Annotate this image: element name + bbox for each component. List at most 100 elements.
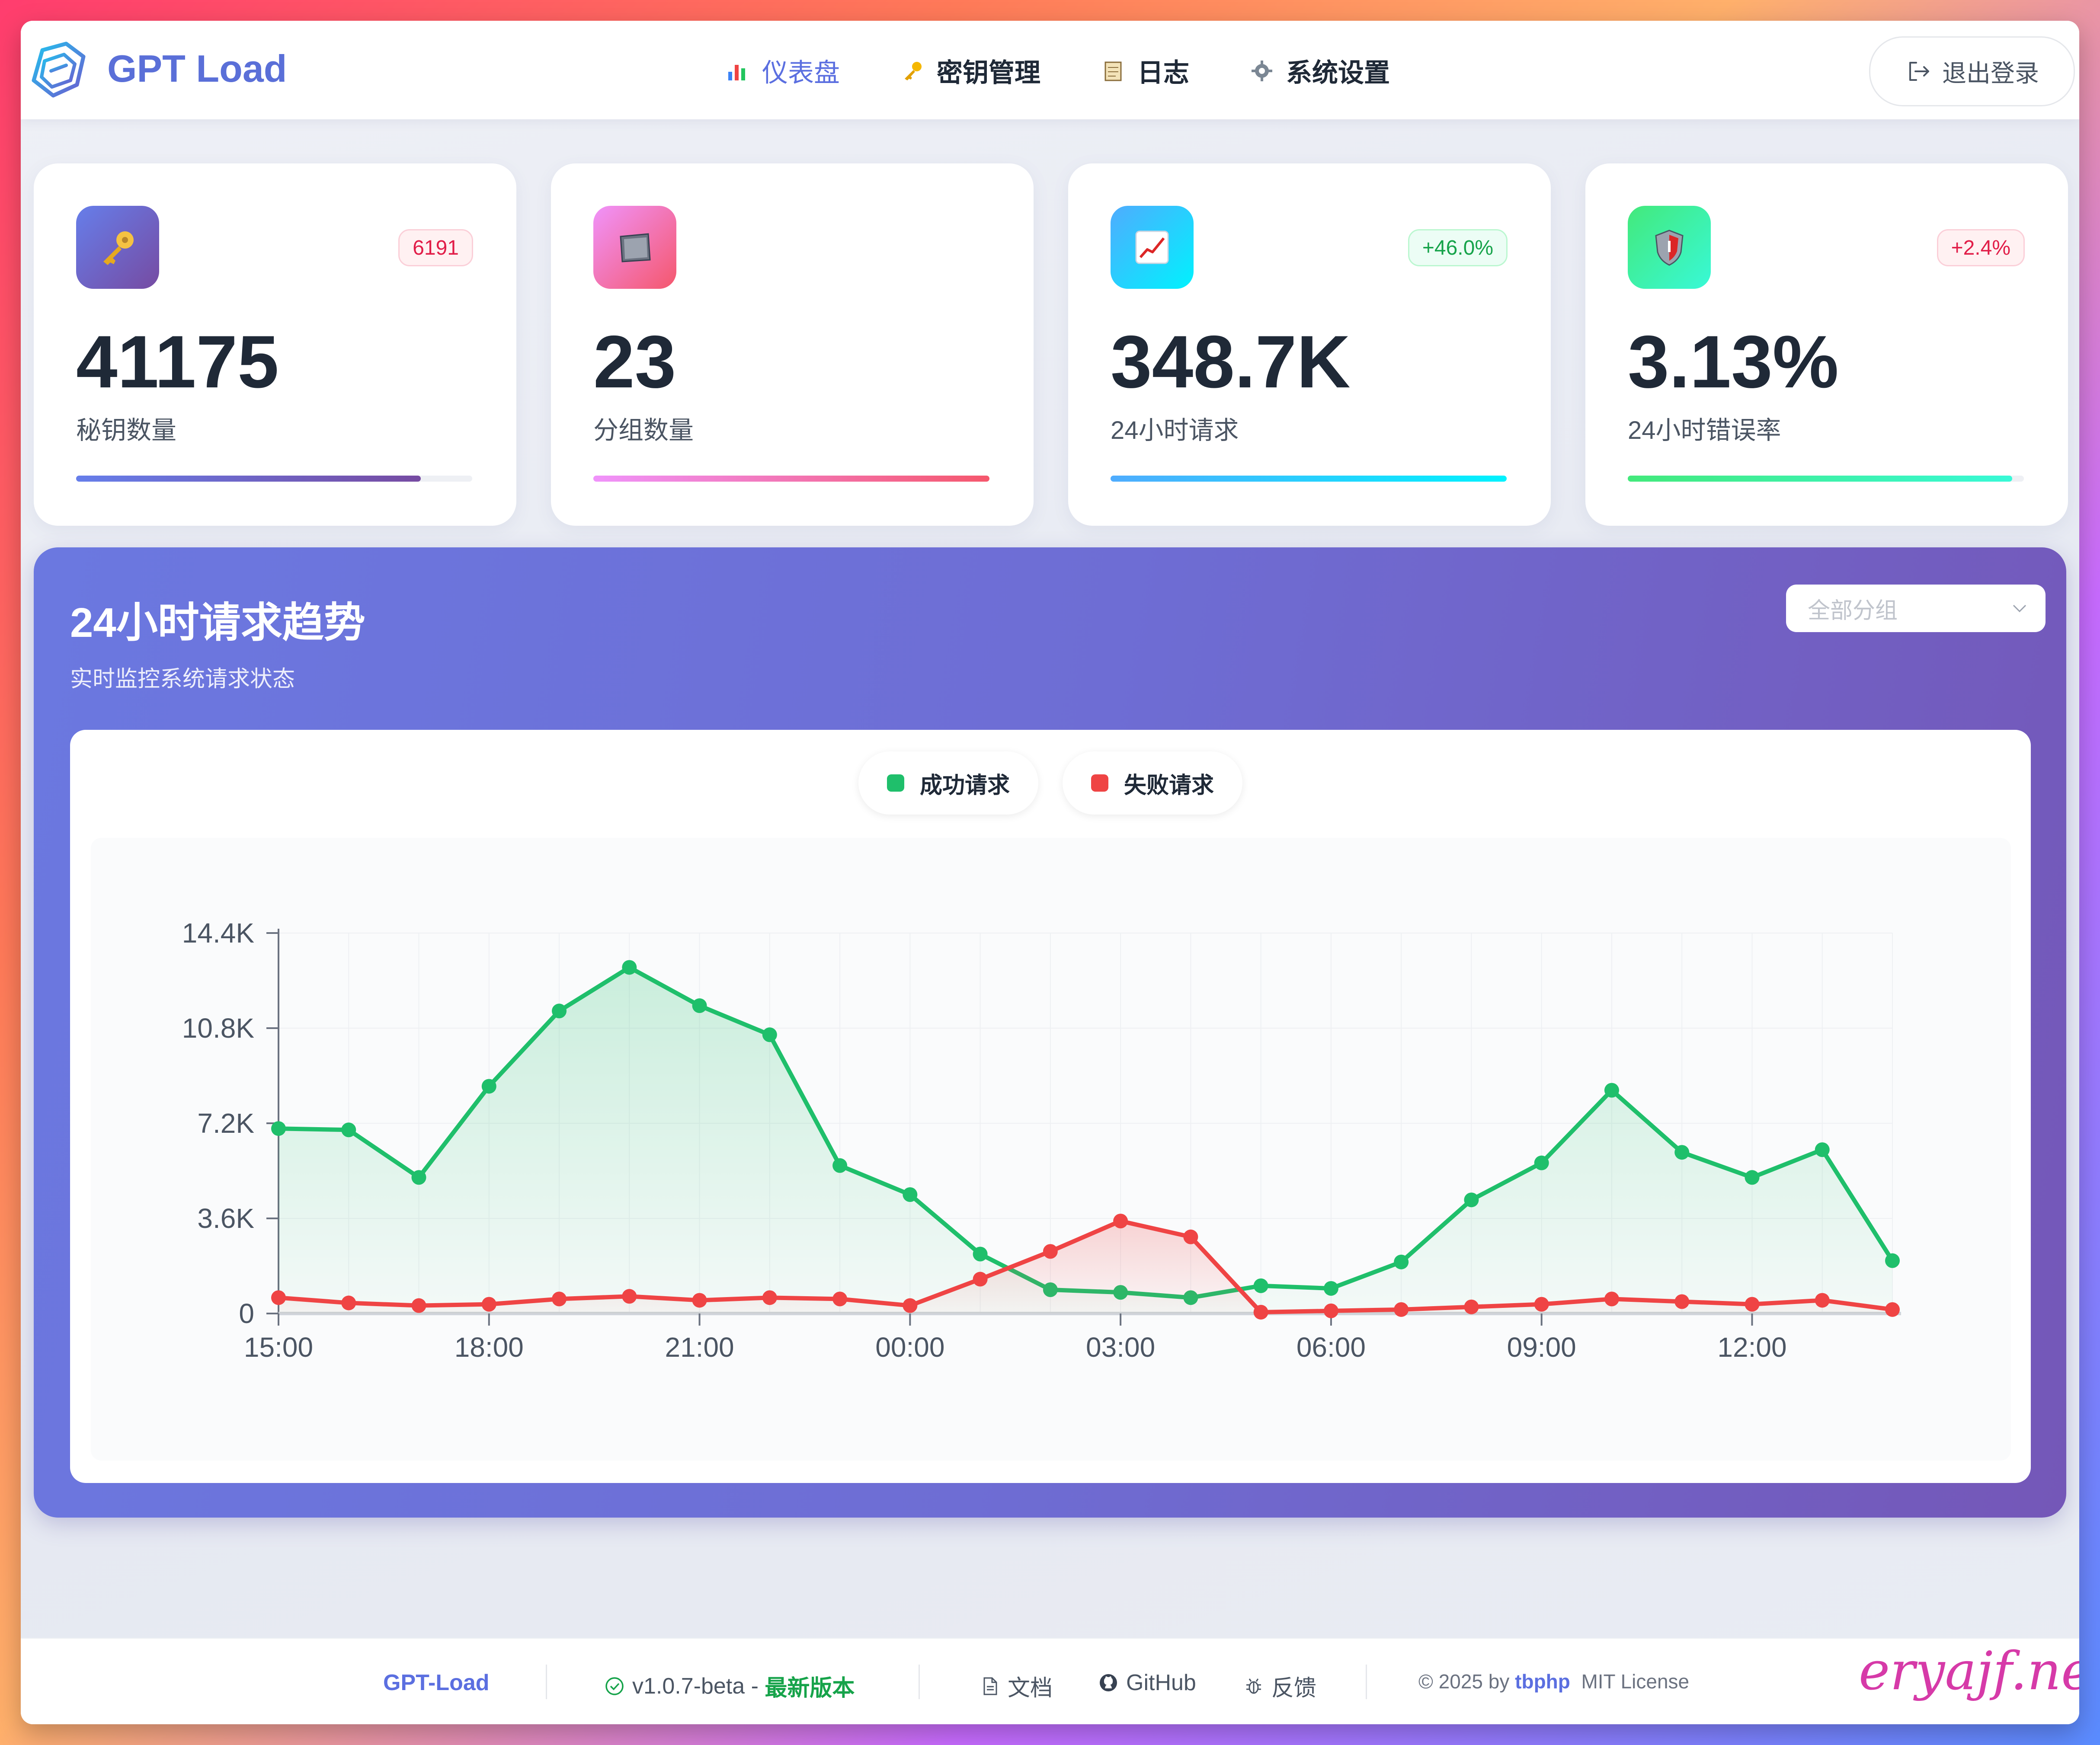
data-point-0 — [1253, 1278, 1268, 1293]
x-tick-label: 15:00 — [244, 1332, 313, 1363]
data-point-0 — [832, 1158, 848, 1173]
data-point-1 — [1043, 1244, 1058, 1259]
data-point-1 — [1464, 1299, 1479, 1314]
github-icon — [1100, 1674, 1117, 1691]
notepad-icon — [1104, 61, 1122, 81]
x-tick-label: 09:00 — [1507, 1332, 1576, 1363]
key-icon — [103, 231, 134, 265]
data-point-1 — [1183, 1229, 1198, 1244]
chevron-down-icon — [2013, 604, 2026, 613]
y-tick-label: 0 — [239, 1298, 254, 1329]
legend-swatch-failure — [1091, 774, 1108, 792]
data-point-1 — [481, 1297, 496, 1312]
logo-icon[interactable] — [25, 37, 90, 102]
top-header: GPT Load 仪表盘 密钥管理 日志 系统设置 退出登录 — [21, 21, 2079, 119]
data-point-1 — [1674, 1294, 1690, 1309]
footer-github-link[interactable]: GitHub — [1098, 1670, 1196, 1696]
nav-logs[interactable]: 日志 — [1101, 52, 1189, 89]
stat-icon-box — [1111, 206, 1194, 289]
stat-label: 24小时错误率 — [1628, 416, 1781, 444]
y-tick-label: 14.4K — [182, 917, 254, 949]
nav-dashboard-label: 仪表盘 — [762, 58, 840, 87]
y-tick-label: 3.6K — [197, 1203, 254, 1234]
legend-label-failure: 失败请求 — [1124, 773, 1214, 798]
document-icon — [983, 1677, 997, 1695]
data-point-0 — [622, 960, 637, 975]
stat-progress-track — [76, 476, 472, 482]
data-point-0 — [1464, 1192, 1479, 1208]
footer-author-link[interactable]: tbphp — [1515, 1670, 1570, 1693]
data-point-0 — [1815, 1142, 1830, 1157]
footer-feedback-link[interactable]: 反馈 — [1243, 1670, 1316, 1702]
data-point-0 — [481, 1079, 496, 1094]
legend-item-success[interactable]: 成功请求 — [858, 751, 1038, 815]
stat-progress-track — [1628, 476, 2024, 482]
panel-title: 24小时请求趋势 — [70, 600, 365, 646]
legend-item-failure[interactable]: 失败请求 — [1063, 751, 1243, 815]
footer-version-separator: - — [751, 1673, 759, 1699]
data-point-0 — [1323, 1281, 1338, 1296]
x-tick-label: 12:00 — [1717, 1332, 1786, 1363]
data-point-1 — [1604, 1291, 1619, 1307]
nav-logs-label: 日志 — [1137, 58, 1189, 87]
group-select-value: 全部分组 — [1808, 598, 1898, 623]
footer-brand[interactable]: GPT-Load — [383, 1670, 490, 1696]
data-point-1 — [271, 1290, 286, 1305]
data-point-0 — [271, 1121, 286, 1136]
nav-dashboard[interactable]: 仪表盘 — [726, 52, 840, 89]
data-point-1 — [1113, 1214, 1128, 1229]
footer-divider — [546, 1665, 547, 1699]
data-point-1 — [1885, 1302, 1900, 1317]
stat-card-requests: +46.0% 348.7K 24小时请求 — [1068, 163, 1551, 526]
data-point-0 — [762, 1027, 777, 1042]
footer-docs-link[interactable]: 文档 — [979, 1670, 1053, 1702]
stat-label: 秘钥数量 — [76, 416, 177, 444]
data-point-1 — [1815, 1293, 1830, 1308]
legend-label-success: 成功请求 — [919, 773, 1010, 798]
data-point-1 — [622, 1289, 637, 1304]
trend-panel: 24小时请求趋势 实时监控系统请求状态 全部分组 成功请求 失败请求 0 3.6K… — [34, 547, 2066, 1518]
data-point-0 — [1885, 1253, 1900, 1268]
stat-progress-track — [593, 476, 989, 482]
stat-card-keys: 6191 41175 秘钥数量 — [34, 163, 516, 526]
footer-feedback-label: 反馈 — [1271, 1676, 1317, 1701]
nav-keys[interactable]: 密钥管理 — [900, 52, 1040, 89]
stat-card-groups: 23 分组数量 — [551, 163, 1034, 526]
group-select[interactable]: 全部分组 — [1786, 585, 2046, 632]
footer: GPT-Load v1.0.7-beta - 最新版本 文档 GitHub 反馈… — [21, 1638, 2079, 1724]
data-point-0 — [903, 1187, 918, 1202]
footer-version-status: 最新版本 — [765, 1676, 855, 1701]
data-point-1 — [1253, 1304, 1268, 1320]
y-tick-label: 7.2K — [197, 1108, 254, 1139]
x-tick-label: 03:00 — [1086, 1332, 1155, 1363]
watermark: eryajf.net — [1859, 1640, 2079, 1702]
stat-progress-track — [1111, 476, 1507, 482]
data-point-0 — [552, 1004, 567, 1019]
stat-value: 348.7K — [1111, 320, 1351, 403]
data-point-1 — [552, 1291, 567, 1307]
stat-icon-box — [76, 206, 159, 289]
nav-keys-label: 密钥管理 — [937, 58, 1040, 87]
data-point-1 — [1534, 1297, 1549, 1312]
footer-copyright-prefix: © 2025 by — [1418, 1670, 1510, 1693]
x-tick-label: 06:00 — [1296, 1332, 1366, 1363]
logout-button[interactable]: 退出登录 — [1869, 36, 2075, 106]
trend-chart-icon — [1135, 230, 1169, 264]
data-point-1 — [832, 1291, 848, 1307]
bar-chart-icon — [728, 64, 745, 80]
stat-icon-box — [593, 206, 676, 289]
x-tick-label: 21:00 — [665, 1332, 734, 1363]
stat-label: 24小时请求 — [1111, 416, 1239, 444]
stat-value: 41175 — [76, 320, 279, 403]
brand-title[interactable]: GPT Load — [107, 47, 287, 91]
folder-icon — [620, 233, 651, 262]
data-point-0 — [1534, 1155, 1549, 1170]
nav-settings[interactable]: 系统设置 — [1250, 52, 1390, 89]
data-point-0 — [411, 1170, 426, 1185]
y-tick-label: 10.8K — [182, 1013, 254, 1044]
data-point-1 — [1323, 1303, 1338, 1318]
stat-progress-fill — [1628, 476, 2012, 482]
stat-progress-fill — [593, 476, 989, 482]
data-point-0 — [692, 998, 707, 1013]
data-point-0 — [1745, 1170, 1760, 1185]
